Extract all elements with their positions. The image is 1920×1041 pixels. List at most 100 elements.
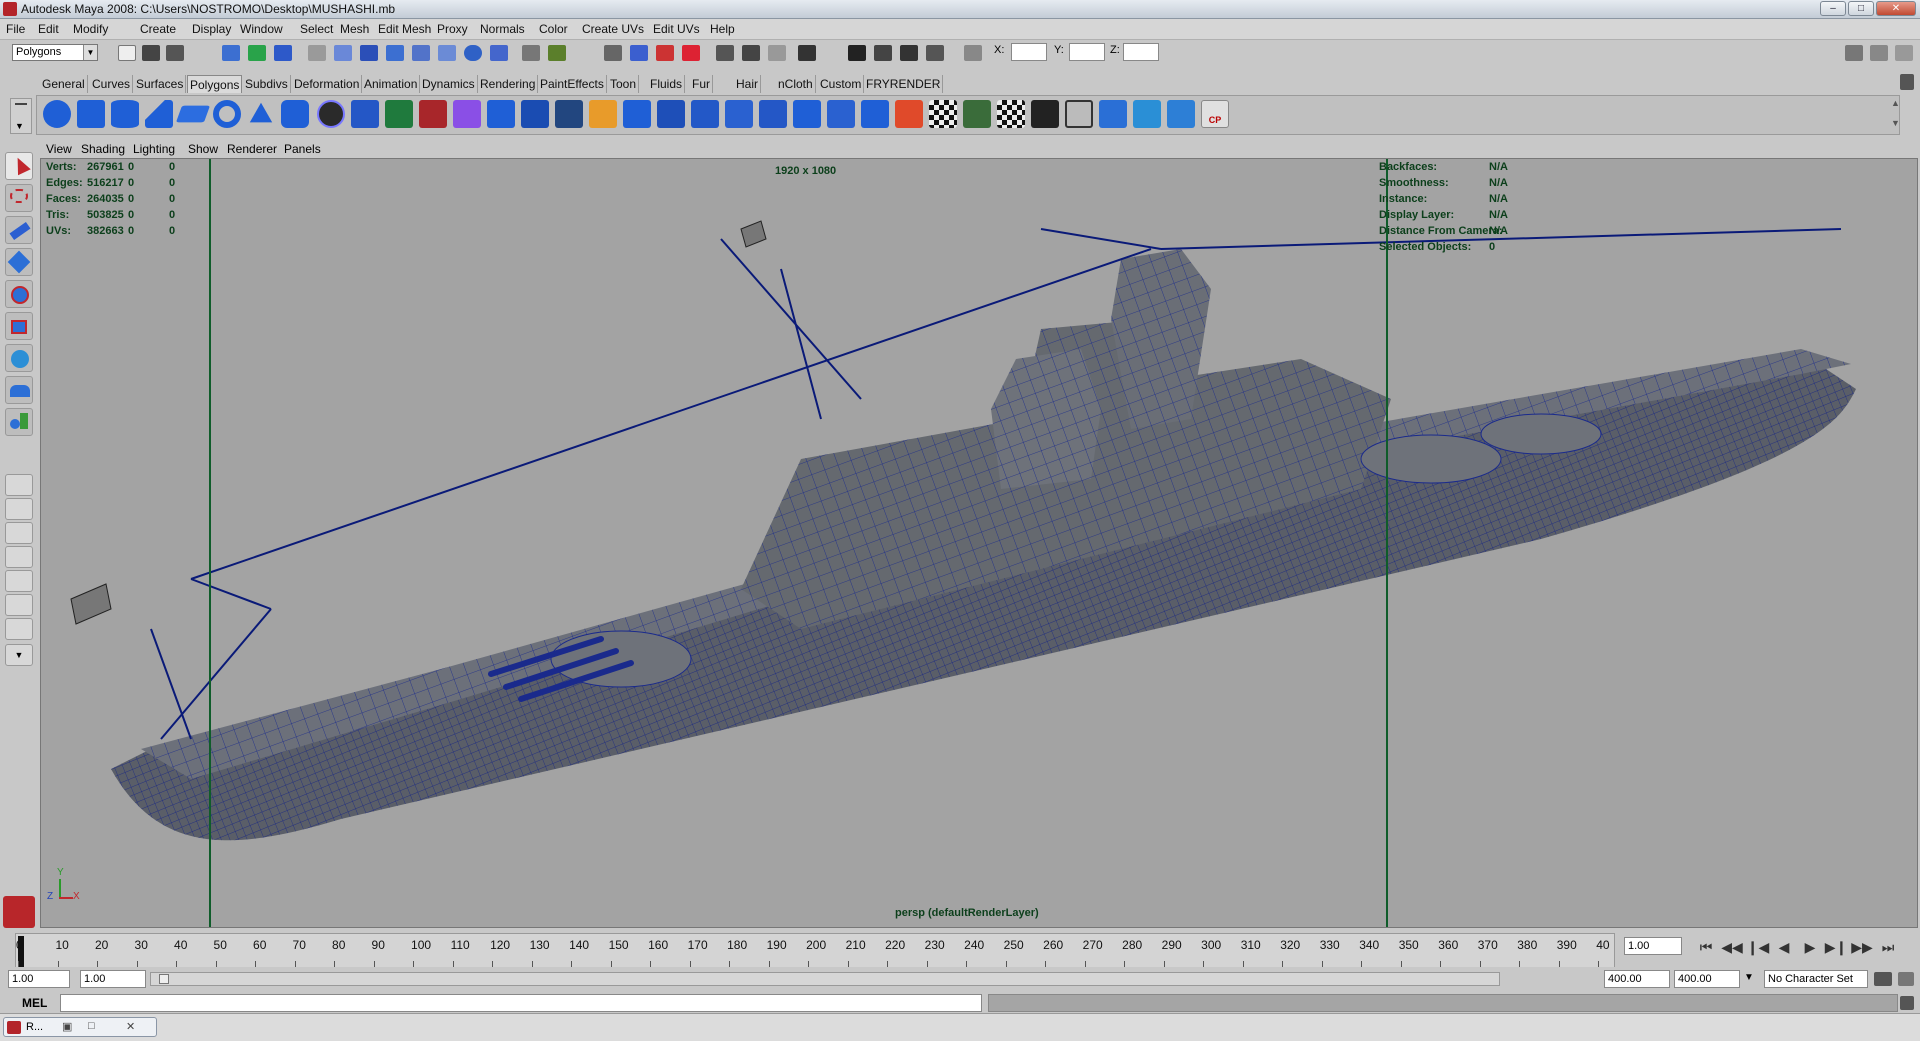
poly-pipe-icon[interactable] xyxy=(281,100,309,128)
construction-history-icon[interactable] xyxy=(604,45,622,61)
universal-manipulator-icon[interactable] xyxy=(5,344,33,372)
render-settings-icon[interactable] xyxy=(874,45,892,61)
select-object-icon[interactable] xyxy=(248,45,266,61)
paint-select-tool-icon[interactable] xyxy=(5,216,33,244)
menu-create[interactable]: Create xyxy=(140,22,176,36)
cp-icon[interactable]: CP xyxy=(1201,100,1229,128)
poly-sphere-icon[interactable] xyxy=(43,100,71,128)
mel-label[interactable]: MEL xyxy=(22,996,47,1010)
separate-icon[interactable] xyxy=(385,100,413,128)
menu-modify[interactable]: Modify xyxy=(73,22,108,36)
range-slider-track[interactable] xyxy=(150,972,1500,986)
wedge-face-icon[interactable] xyxy=(793,100,821,128)
selection-mask-icon[interactable] xyxy=(308,45,326,61)
menu-display[interactable]: Display xyxy=(192,22,231,36)
menu-select[interactable]: Select xyxy=(300,22,333,36)
split-polygon-icon[interactable] xyxy=(589,100,617,128)
select-component-icon[interactable] xyxy=(274,45,292,61)
four-pane-layout-icon[interactable] xyxy=(5,498,33,520)
persp-viewport[interactable]: Verts: 267961 0 0 Edges: 516217 0 0 Face… xyxy=(40,158,1918,928)
maximize-icon[interactable]: □ xyxy=(88,1020,95,1032)
menu-file[interactable]: File xyxy=(6,22,25,36)
select-tool-icon[interactable] xyxy=(5,152,33,180)
time-slider-track[interactable]: 0 10 20 30 40 50 60 70 80 90 100 110 120 130 140 150 160… xyxy=(15,933,1615,970)
end-time-field[interactable]: 400.00 xyxy=(1674,970,1740,988)
collapse-icon[interactable] xyxy=(759,100,787,128)
rotate-tool-icon[interactable] xyxy=(5,280,33,308)
channel-box-icon[interactable] xyxy=(1895,45,1913,61)
shelf-tab-dynamics[interactable]: Dynamics xyxy=(420,75,478,93)
snap-live-icon[interactable] xyxy=(438,45,456,61)
menu-edit-uvs[interactable]: Edit UVs xyxy=(653,22,700,36)
shelf-tab-general[interactable]: General xyxy=(40,75,88,93)
animation-prefs-icon[interactable] xyxy=(1898,972,1914,986)
shelf-tab-polygons[interactable]: Polygons xyxy=(187,75,243,93)
smooth-icon[interactable] xyxy=(453,100,481,128)
soft-modification-icon[interactable] xyxy=(5,376,33,404)
uv-snapshot-icon[interactable] xyxy=(1031,100,1059,128)
x-field[interactable] xyxy=(1011,43,1047,61)
taskbar-item[interactable]: R... ▣ □ ✕ xyxy=(3,1017,157,1037)
save-scene-icon[interactable] xyxy=(166,45,184,61)
magnet-icon[interactable] xyxy=(656,45,674,61)
menu-mesh[interactable]: Mesh xyxy=(340,22,369,36)
scale-tool-icon[interactable] xyxy=(5,312,33,340)
shelf-menu-button[interactable]: ▼ xyxy=(10,98,32,134)
move-tool-icon[interactable] xyxy=(5,248,33,276)
shelf-tab-subdivs[interactable]: Subdivs xyxy=(243,75,291,93)
tool-settings-icon[interactable] xyxy=(1870,45,1888,61)
input-ops-icon[interactable] xyxy=(548,45,566,61)
duplicate-face-icon[interactable] xyxy=(861,100,889,128)
shelf-tab-fryrender[interactable]: FRYRENDER xyxy=(864,75,944,93)
menu-color[interactable]: Color xyxy=(539,22,568,36)
z-field[interactable] xyxy=(1123,43,1159,61)
shelf-tab-custom[interactable]: Custom xyxy=(818,75,865,93)
poly-cone-icon[interactable] xyxy=(145,100,173,128)
poly-torus-icon[interactable] xyxy=(213,100,241,128)
shelf-tab-curves[interactable]: Curves xyxy=(90,75,134,93)
uv-layout-icon[interactable] xyxy=(963,100,991,128)
cylindrical-map-icon[interactable] xyxy=(1133,100,1161,128)
new-scene-icon[interactable] xyxy=(118,45,136,61)
shelf-tab-ncloth[interactable]: nCloth xyxy=(776,75,816,93)
uv-editor-icon[interactable] xyxy=(1065,100,1093,128)
script-editor-icon[interactable] xyxy=(1900,996,1914,1010)
extrude-icon[interactable] xyxy=(487,100,515,128)
render-globals-icon[interactable] xyxy=(798,45,816,61)
panel-menu-shading[interactable]: Shading xyxy=(81,142,125,156)
panel-menu-view[interactable]: View xyxy=(46,142,72,156)
outliner-layout-icon[interactable] xyxy=(5,618,33,640)
panel-menu-lighting[interactable]: Lighting xyxy=(133,142,175,156)
offset-edge-loop-icon[interactable] xyxy=(657,100,685,128)
menu-create-uvs[interactable]: Create UVs xyxy=(582,22,644,36)
show-manipulator-icon[interactable] xyxy=(5,408,33,436)
planar-map-icon[interactable] xyxy=(1099,100,1127,128)
trash-icon[interactable] xyxy=(1900,74,1914,90)
uv-checker-icon[interactable] xyxy=(997,100,1025,128)
current-frame-field[interactable]: 1.00 xyxy=(1624,937,1682,955)
shelf-tab-toon[interactable]: Toon xyxy=(608,75,640,93)
lock-icon[interactable] xyxy=(522,45,540,61)
menu-help[interactable]: Help xyxy=(710,22,735,36)
panel-menu-panels[interactable]: Panels xyxy=(284,142,321,156)
character-set-field[interactable]: No Character Set xyxy=(1764,970,1868,988)
maximize-button[interactable]: □ xyxy=(1848,1,1874,16)
snap-grid-icon[interactable] xyxy=(334,45,352,61)
shelf-scroll-down-icon[interactable]: ▼ xyxy=(1891,118,1900,128)
play-backwards-icon[interactable]: ◀ xyxy=(1772,937,1796,957)
snap-curve-icon[interactable] xyxy=(360,45,378,61)
menu-edit[interactable]: Edit xyxy=(38,22,59,36)
start-time-field[interactable]: 1.00 xyxy=(8,970,70,988)
ipr-render-icon[interactable] xyxy=(768,45,786,61)
hypershade-icon[interactable] xyxy=(900,45,918,61)
poly-cylinder-icon[interactable] xyxy=(111,100,139,128)
play-forwards-icon[interactable]: ▶ xyxy=(1798,937,1822,957)
step-back-key-icon[interactable]: ◀◀ xyxy=(1720,937,1744,957)
mel-input[interactable] xyxy=(60,994,982,1012)
restore-icon[interactable]: ▣ xyxy=(62,1020,72,1033)
clapboard-icon[interactable] xyxy=(848,45,866,61)
poly-prism-icon[interactable] xyxy=(249,102,273,123)
menu-window[interactable]: Window xyxy=(240,22,283,36)
render-layers-icon[interactable] xyxy=(926,45,944,61)
hypershade-layout-icon[interactable] xyxy=(5,594,33,616)
